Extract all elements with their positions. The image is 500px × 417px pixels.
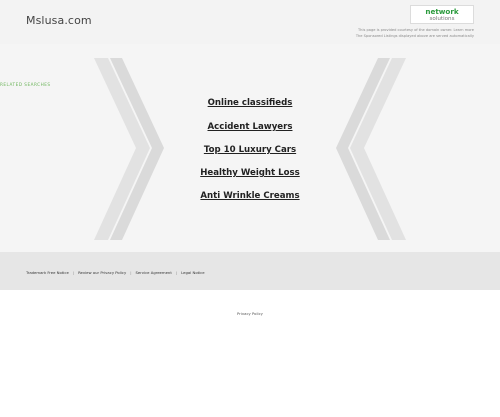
privacy-policy-link[interactable]: Privacy Policy xyxy=(0,311,500,316)
footer-links: Trademark Free Notice | Review our Privacy… xyxy=(26,270,205,275)
search-stage: RELATED SEARCHES Online classifieds Acci… xyxy=(0,44,500,252)
network-solutions-logo[interactable]: network solutions xyxy=(410,5,474,24)
result-link-label[interactable]: Top 10 Luxury Cars xyxy=(204,145,296,155)
header-disclaimer: This page is provided courtesy of the do… xyxy=(334,27,474,39)
result-link-wrinkle-creams[interactable]: Anti Wrinkle Creams xyxy=(0,191,500,201)
footer-separator: | xyxy=(130,270,132,275)
result-link-online-classifieds[interactable]: Online classifieds xyxy=(0,98,500,108)
footer-link-legal-notice[interactable]: Legal Notice xyxy=(181,270,205,275)
result-link-accident-lawyers[interactable]: Accident Lawyers xyxy=(0,122,500,132)
logo-line-1: network xyxy=(425,7,459,16)
result-link-weight-loss[interactable]: Healthy Weight Loss xyxy=(0,168,500,178)
footer-separator: | xyxy=(175,270,178,275)
footer-link-service-agreement[interactable]: Service Agreement xyxy=(135,270,171,275)
logo-line-2: solutions xyxy=(429,16,455,22)
result-link-label[interactable]: Online classifieds xyxy=(208,98,293,108)
footer-link-trademark[interactable]: Trademark Free Notice xyxy=(26,270,69,275)
related-searches-heading: RELATED SEARCHES xyxy=(0,82,51,87)
site-title[interactable]: Mslusa.com xyxy=(26,14,92,27)
result-link-label[interactable]: Accident Lawyers xyxy=(208,122,293,132)
result-link-luxury-cars[interactable]: Top 10 Luxury Cars xyxy=(0,145,500,155)
footer-separator: | xyxy=(72,270,75,275)
footer-link-privacy-review[interactable]: Review our Privacy Policy xyxy=(78,270,126,275)
result-link-label[interactable]: Healthy Weight Loss xyxy=(200,168,300,178)
header-note-line-2: The Sponsored Listings displayed above a… xyxy=(355,34,474,38)
header-bar: Mslusa.com network solutions This page i… xyxy=(0,0,500,44)
result-link-label[interactable]: Anti Wrinkle Creams xyxy=(200,191,299,201)
footer-band: Trademark Free Notice | Review our Privacy… xyxy=(0,252,500,290)
